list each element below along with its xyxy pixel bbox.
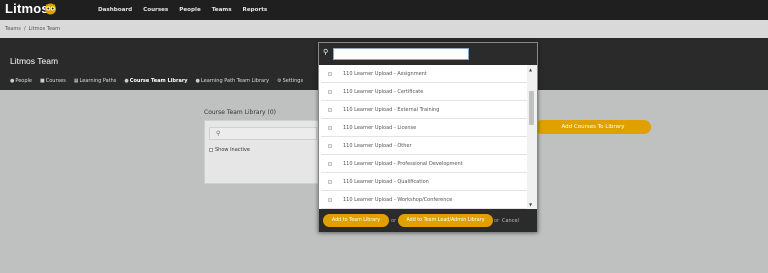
owl-logo-icon bbox=[45, 3, 56, 15]
tab-learning-path-team-library[interactable]: ●Learning Path Team Library bbox=[196, 78, 270, 84]
search-icon: ⚲ bbox=[216, 130, 221, 137]
show-inactive-checkbox[interactable]: Show Inactive bbox=[209, 147, 250, 153]
list-item[interactable]: 110 Learner Upload - License bbox=[321, 119, 527, 137]
nav-reports[interactable]: Reports bbox=[243, 7, 268, 13]
breadcrumb-teams[interactable]: Teams bbox=[5, 26, 21, 32]
course-list: 110 Learner Upload - Assignment 110 Lear… bbox=[321, 65, 527, 209]
list-item[interactable]: 110 Learner Upload - Workshop/Conference bbox=[321, 191, 527, 209]
list-item[interactable]: 110 Learner Upload - External Training bbox=[321, 101, 527, 119]
nav-people[interactable]: People bbox=[179, 7, 200, 13]
person-icon: ● bbox=[10, 78, 15, 84]
add-courses-to-library-button[interactable]: Add Courses To Library bbox=[535, 120, 651, 134]
scroll-down-icon[interactable]: ▼ bbox=[529, 202, 532, 207]
list-scrollbar[interactable]: ▲ ▼ bbox=[527, 65, 537, 209]
nav-teams[interactable]: Teams bbox=[212, 7, 232, 13]
breadcrumb-current: Litmos Team bbox=[28, 26, 60, 32]
breadcrumb: Teams / Litmos Team bbox=[5, 26, 60, 32]
show-inactive-label: Show Inactive bbox=[215, 147, 250, 153]
library-title: Course Team Library (0) bbox=[204, 109, 277, 116]
tab-learning-path-team-library-label: Learning Path Team Library bbox=[200, 78, 270, 84]
list-item[interactable]: 110 Learner Upload - Other bbox=[321, 137, 527, 155]
nav-dashboard[interactable]: Dashboard bbox=[98, 7, 132, 13]
add-to-team-lead-admin-library-button[interactable]: Add to Team Lead/Admin Library bbox=[398, 214, 493, 227]
tab-people[interactable]: ●People bbox=[10, 78, 32, 84]
nav-courses[interactable]: Courses bbox=[143, 7, 168, 13]
list-item-label: 110 Learner Upload - License bbox=[343, 124, 417, 131]
breadcrumb-separator: / bbox=[23, 26, 26, 32]
modal-search-bar: ⚲ bbox=[319, 43, 537, 65]
list-item-label: 110 Learner Upload - Other bbox=[343, 142, 412, 149]
team-tabs: ●People ■Courses ▦Learning Paths ●Course… bbox=[10, 78, 303, 84]
list-item-label: 110 Learner Upload - Professional Develo… bbox=[343, 160, 463, 167]
list-item-label: 110 Learner Upload - External Training bbox=[343, 106, 440, 113]
list-item[interactable]: 110 Learner Upload - Certificate bbox=[321, 83, 527, 101]
tab-courses-label: Courses bbox=[45, 78, 66, 84]
modal-search-input[interactable] bbox=[333, 48, 469, 60]
checkbox-icon[interactable] bbox=[328, 179, 332, 184]
courses-icon: ■ bbox=[40, 78, 45, 84]
list-item[interactable]: 110 Learner Upload - Assignment bbox=[321, 65, 527, 83]
team-library-icon: ● bbox=[195, 78, 200, 84]
team-title: Litmos Team bbox=[10, 56, 59, 66]
checkbox-icon[interactable] bbox=[209, 148, 213, 152]
checkbox-icon[interactable] bbox=[328, 89, 332, 94]
search-icon: ⚲ bbox=[323, 48, 329, 56]
tab-settings[interactable]: ⚙Settings bbox=[277, 78, 303, 84]
breadcrumb-bar: Teams / Litmos Team bbox=[0, 20, 768, 38]
main-menu: Dashboard Courses People Teams Reports bbox=[98, 0, 267, 20]
tab-course-team-library-label: Course Team Library bbox=[129, 78, 188, 84]
checkbox-icon[interactable] bbox=[328, 161, 332, 166]
brand-logo-text[interactable]: Litmos bbox=[5, 1, 49, 16]
checkbox-icon[interactable] bbox=[328, 71, 332, 76]
top-navigation-bar: Litmos Dashboard Courses People Teams Re… bbox=[0, 0, 768, 20]
library-search-input[interactable]: ⚲ bbox=[209, 127, 317, 140]
tab-settings-label: Settings bbox=[282, 78, 304, 84]
list-item[interactable]: 110 Learner Upload - Professional Develo… bbox=[321, 155, 527, 173]
add-to-team-library-button[interactable]: Add to Team Library bbox=[323, 214, 389, 227]
tab-course-team-library[interactable]: ●Course Team Library bbox=[124, 78, 187, 84]
checkbox-icon[interactable] bbox=[328, 143, 332, 148]
list-item[interactable]: 110 Learner Upload - Qualification bbox=[321, 173, 527, 191]
checkbox-icon[interactable] bbox=[328, 107, 332, 112]
list-item-label: 110 Learner Upload - Certificate bbox=[343, 88, 424, 95]
list-item-label: 110 Learner Upload - Workshop/Conference bbox=[343, 196, 453, 203]
scroll-up-icon[interactable]: ▲ bbox=[529, 67, 532, 72]
tab-learning-paths-label: Learning Paths bbox=[79, 78, 117, 84]
modal-footer: Add to Team Library or Add to Team Lead/… bbox=[319, 209, 537, 232]
or-separator: or bbox=[494, 218, 500, 224]
tab-courses[interactable]: ■Courses bbox=[40, 78, 66, 84]
gear-icon: ⚙ bbox=[277, 78, 282, 84]
tab-learning-paths[interactable]: ▦Learning Paths bbox=[74, 78, 117, 84]
list-item-label: 110 Learner Upload - Assignment bbox=[343, 70, 427, 77]
cancel-link[interactable]: Cancel bbox=[502, 218, 519, 224]
team-library-icon: ● bbox=[124, 78, 129, 84]
or-separator: or bbox=[391, 218, 397, 224]
learning-path-icon: ▦ bbox=[73, 78, 79, 84]
course-picker-modal: ⚲ 110 Learner Upload - Assignment 110 Le… bbox=[318, 42, 538, 232]
library-filter-panel: ⚲ Show Inactive bbox=[204, 120, 322, 184]
tab-people-label: People bbox=[15, 78, 32, 84]
checkbox-icon[interactable] bbox=[328, 197, 332, 202]
list-item-label: 110 Learner Upload - Qualification bbox=[343, 178, 429, 185]
checkbox-icon[interactable] bbox=[328, 125, 332, 130]
scrollbar-thumb[interactable] bbox=[529, 91, 534, 125]
